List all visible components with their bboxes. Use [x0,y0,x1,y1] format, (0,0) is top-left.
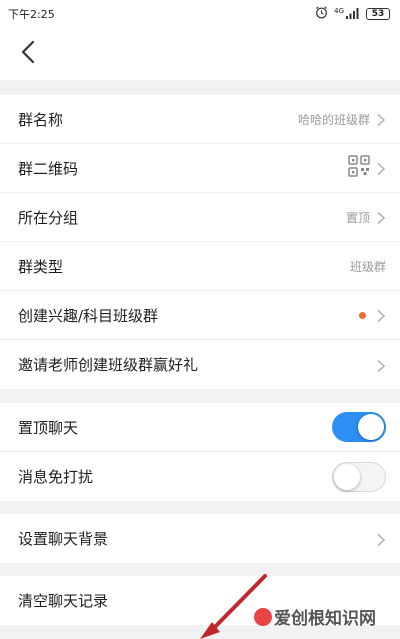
back-button[interactable] [14,40,42,68]
watermark: 爱创根知识网 [254,604,376,629]
background-section: 设置聊天背景 [0,514,400,563]
status-bar: 下午2:25 4G 53 [0,0,400,28]
group-name-value: 哈哈的班级群 [297,112,370,127]
do-not-disturb-toggle[interactable] [332,461,386,492]
row-label: 群类型 [18,257,64,276]
group-category-value: 置顶 [345,210,370,225]
status-icons: 4G 53 [315,6,390,22]
chevron-right-icon [376,112,386,127]
do-not-disturb-row: 消息免打扰 [0,452,400,501]
chat-background-row[interactable]: 设置聊天背景 [0,514,400,563]
back-arrow-icon [20,40,36,68]
row-label: 邀请老师创建班级群赢好礼 [18,356,199,374]
row-label: 所在分组 [18,208,79,227]
network-type: 4G [334,6,344,15]
alarm-icon [315,6,328,22]
group-qr-row[interactable]: 群二维码 [0,144,400,193]
row-label: 群名称 [18,110,64,129]
row-label: 消息免打扰 [18,468,94,486]
row-label: 设置聊天背景 [18,530,109,548]
pin-chat-row: 置顶聊天 [0,403,400,452]
group-category-row[interactable]: 所在分组 置顶 [0,193,400,242]
nav-bar [0,28,400,80]
row-label: 清空聊天记录 [18,592,109,610]
toggle-section: 置顶聊天 消息免打扰 [0,403,400,501]
chevron-right-icon [376,210,386,225]
new-badge-dot [359,311,366,319]
battery-icon: 53 [366,8,390,20]
watermark-text: 爱创根知识网 [274,609,376,629]
chevron-right-icon [376,308,386,323]
battery-level: 53 [371,9,385,19]
group-type-row: 群类型 班级群 [0,242,400,291]
group-info-section: 群名称 哈哈的班级群 群二维码 所在分组 置顶 群类型 班级群 创建兴趣/科目班… [0,95,400,389]
watermark-logo-icon [254,607,272,626]
status-time: 下午2:25 [8,8,55,21]
row-label: 置顶聊天 [18,418,79,437]
toggle-knob [334,463,360,490]
row-label: 创建兴趣/科目班级群 [18,306,159,325]
qr-code-icon [348,155,370,181]
group-name-row[interactable]: 群名称 哈哈的班级群 [0,95,400,144]
group-type-value: 班级群 [349,259,386,274]
signal-icon [346,7,360,22]
chevron-right-icon [376,532,386,546]
row-label: 群二维码 [18,159,79,178]
invite-teacher-row[interactable]: 邀请老师创建班级群赢好礼 [0,340,400,389]
pin-chat-toggle[interactable] [332,412,386,442]
create-interest-group-row[interactable]: 创建兴趣/科目班级群 [0,291,400,340]
chevron-right-icon [376,161,386,176]
toggle-knob [358,414,384,440]
chevron-right-icon [376,358,386,372]
